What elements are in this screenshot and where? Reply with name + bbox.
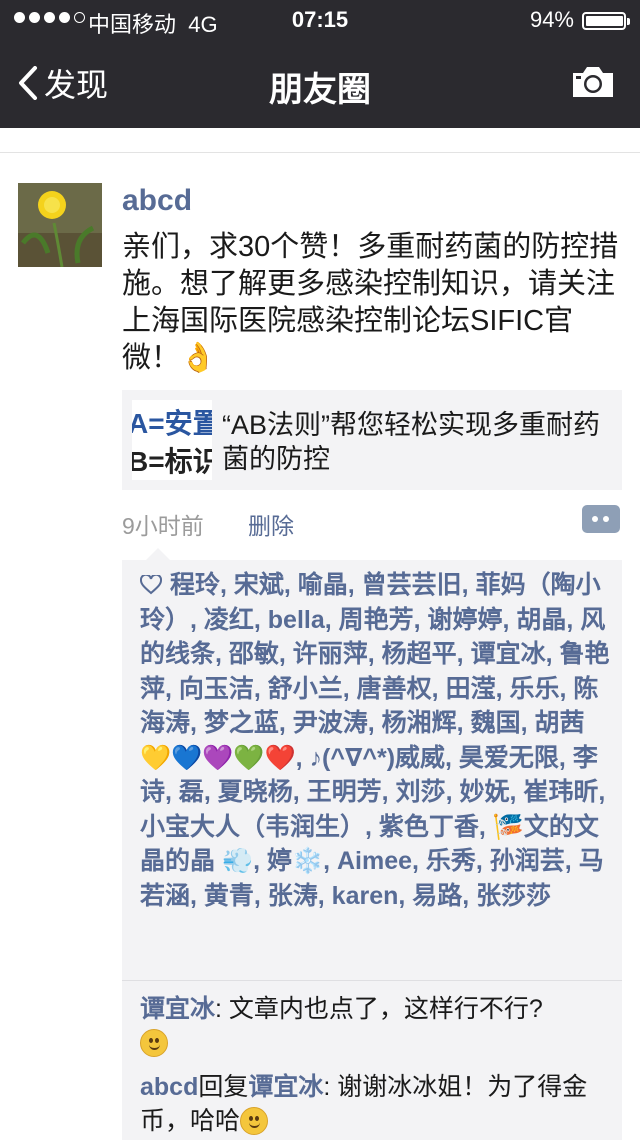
battery-percent: 94% bbox=[529, 7, 574, 32]
author-avatar[interactable] bbox=[18, 183, 102, 267]
likes-names[interactable]: 程玲, 宋斌, 喻晶, 曾芸芸旧, 菲妈（陶小玲）, 凌红, bella, 周艳… bbox=[140, 571, 609, 910]
comment-item[interactable]: 谭宜冰: 文章内也点了，这样行不行? bbox=[140, 992, 612, 1060]
camera-button[interactable] bbox=[570, 64, 616, 105]
top-bar: 中国移动 4G 07:15 94% 发现 朋友圈 bbox=[0, 0, 640, 128]
delete-button[interactable]: 删除 bbox=[248, 507, 294, 541]
post-time: 9小时前 bbox=[122, 513, 204, 539]
grin-emoji-icon bbox=[240, 1107, 269, 1135]
page-title: 朋友圈 bbox=[269, 71, 371, 109]
author-name[interactable]: abcd bbox=[122, 184, 192, 218]
likes-comments-panel: 程玲, 宋斌, 喻晶, 曾芸芸旧, 菲妈（陶小玲）, 凌红, bella, 周艳… bbox=[122, 548, 622, 1140]
camera-icon bbox=[573, 67, 613, 97]
thumb-text-line2: B=标识 bbox=[132, 446, 212, 477]
likes-list: 程玲, 宋斌, 喻晶, 曾芸芸旧, 菲妈（陶小玲）, 凌红, bella, 周艳… bbox=[140, 568, 612, 913]
comment-text: : 文章内也点了，这样行不行? bbox=[215, 995, 543, 1023]
comment-menu-button[interactable] bbox=[582, 505, 620, 533]
heart-icon bbox=[140, 575, 162, 595]
post-text: 亲们，求30个赞！多重耐药菌的防控措施。想了解更多感染控制知识，请关注上海国际医… bbox=[122, 231, 619, 374]
link-title: “AB法则”帮您轻松实现多重耐药菌的防控 bbox=[222, 410, 600, 474]
more-dots-icon bbox=[592, 516, 598, 522]
nav-bar: 发现 朋友圈 bbox=[0, 40, 640, 128]
commenter-name[interactable]: abcd bbox=[140, 1073, 198, 1101]
status-bar: 中国移动 4G 07:15 94% bbox=[0, 0, 640, 40]
comment-item[interactable]: abcd回复谭宜冰: 谢谢冰冰姐！为了得金币，哈哈 bbox=[140, 1070, 612, 1138]
shared-link-card[interactable]: A=安置 B=标识 “AB法则”帮您轻松实现多重耐药菌的防控 bbox=[122, 390, 622, 490]
smile-emoji-icon bbox=[140, 1029, 168, 1057]
commenter-name[interactable]: 谭宜冰 bbox=[140, 995, 215, 1023]
thumb-text-line1: A=安置 bbox=[132, 408, 212, 439]
reply-to-name[interactable]: 谭宜冰 bbox=[248, 1073, 323, 1101]
battery-icon bbox=[582, 12, 630, 30]
link-thumbnail: A=安置 B=标识 bbox=[132, 400, 212, 480]
divider bbox=[0, 152, 640, 153]
divider bbox=[122, 980, 622, 981]
reply-word: 回复 bbox=[198, 1073, 249, 1101]
